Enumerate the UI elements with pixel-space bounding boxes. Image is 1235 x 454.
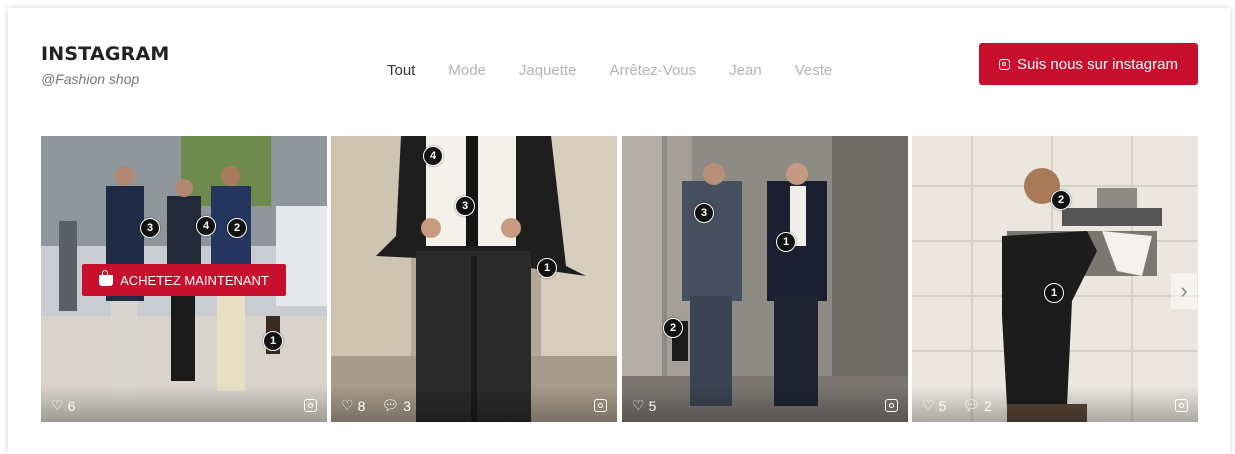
follow-instagram-button[interactable]: Suis nous sur instagram [979,43,1198,85]
instagram-post[interactable]: 4 3 1 ♡ 8 💬︎ 3 [331,136,617,422]
product-tag-marker[interactable]: 2 [1051,190,1071,210]
comment-icon: 💬︎ [381,397,400,413]
product-tag-marker[interactable]: 1 [537,258,557,278]
filter-tabs: Tout Mode Jaquette Arrêtez-Vous Jean Ves… [387,62,865,79]
filter-tab-jean[interactable]: Jean [729,62,762,79]
post-photo [331,136,617,422]
widget-subtitle: @Fashion shop [41,71,140,87]
filter-tab-jaquette[interactable]: Jaquette [519,62,577,79]
product-tag-marker[interactable]: 3 [455,196,475,216]
instagram-gallery: 3 4 2 1 ACHETEZ MAINTENANT ♡ 6 4 3 1 ♡ 8… [41,136,1198,422]
likes-count: 5 [938,397,947,414]
filter-tab-mode[interactable]: Mode [448,62,486,79]
instagram-icon [594,399,607,412]
comments-count: 3 [403,397,411,414]
heart-icon: ♡ [632,397,645,413]
product-tag-marker[interactable]: 3 [140,218,160,238]
instagram-icon [885,399,898,412]
instagram-icon [304,399,317,412]
likes-count: 6 [67,397,76,414]
post-stats: ♡ 5 [632,397,656,414]
product-tag-marker[interactable]: 2 [227,218,247,238]
instagram-post[interactable]: 3 4 2 1 ACHETEZ MAINTENANT ♡ 6 [41,136,327,422]
instagram-post[interactable]: 2 1 ♡ 5 💬︎ 2 [912,136,1198,422]
product-tag-marker[interactable]: 1 [776,232,796,252]
product-tag-marker[interactable]: 1 [1044,283,1064,303]
post-stats: ♡ 5 💬︎ 2 [922,397,992,414]
instagram-widget: INSTAGRAM @Fashion shop Tout Mode Jaquet… [8,8,1230,454]
post-stats: ♡ 6 [51,397,75,414]
heart-icon: ♡ [51,397,64,413]
post-photo [622,136,908,422]
filter-tab-veste[interactable]: Veste [795,62,833,79]
product-tag-marker[interactable]: 4 [196,216,216,236]
comment-icon: 💬︎ [962,397,981,413]
shop-now-label: ACHETEZ MAINTENANT [120,272,269,288]
post-overlay [622,386,908,422]
heart-icon: ♡ [922,397,935,413]
heart-icon: ♡ [341,397,354,413]
product-tag-marker[interactable]: 3 [694,203,714,223]
chevron-right-icon: › [1180,278,1188,303]
product-tag-marker[interactable]: 2 [663,318,683,338]
filter-tab-tout[interactable]: Tout [387,62,415,79]
instagram-post[interactable]: 3 1 2 ♡ 5 [622,136,908,422]
product-tag-marker[interactable]: 4 [423,146,443,166]
likes-count: 8 [357,397,366,414]
widget-title: INSTAGRAM [41,43,170,65]
instagram-icon [1175,399,1188,412]
likes-count: 5 [648,397,657,414]
instagram-icon [999,58,1011,70]
post-photo [912,136,1198,422]
shopping-basket-icon [99,269,114,286]
shop-now-button[interactable]: ACHETEZ MAINTENANT [82,264,286,296]
filter-tab-arretez-vous[interactable]: Arrêtez-Vous [609,62,696,79]
post-stats: ♡ 8 💬︎ 3 [341,397,411,414]
carousel-next-button[interactable]: › [1171,273,1197,309]
post-overlay [41,386,327,422]
product-tag-marker[interactable]: 1 [263,331,283,351]
comments-count: 2 [984,397,992,414]
brand-block: INSTAGRAM @Fashion shop [41,43,169,87]
follow-button-label: Suis nous sur instagram [1017,55,1178,73]
